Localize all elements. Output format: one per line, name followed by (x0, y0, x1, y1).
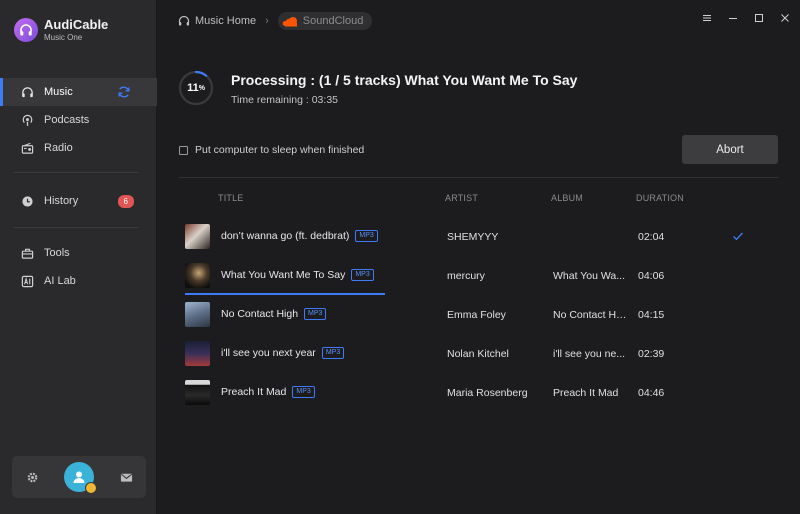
breadcrumb-source: SoundCloud (302, 15, 364, 27)
chevron-right-icon: › (265, 15, 269, 27)
radio-icon (20, 141, 34, 155)
top-bar: Music Home › SoundCloud (158, 0, 800, 40)
sidebar-item-label: Music (44, 86, 73, 98)
app-logo-icon (14, 18, 38, 42)
track-album: i'll see you ne... (553, 348, 626, 360)
soundcloud-icon (282, 16, 297, 26)
track-title: No Contact High (221, 308, 299, 320)
format-tag: MP3 (292, 386, 315, 398)
nav-tools: Tools AI Lab (0, 239, 157, 295)
sidebar-divider (14, 227, 138, 228)
column-header-album[interactable]: ALBUM (551, 193, 583, 203)
avatar[interactable] (64, 462, 97, 494)
track-cover (185, 224, 210, 249)
breadcrumb-home[interactable]: Music Home (195, 15, 256, 27)
maximize-icon[interactable] (754, 12, 764, 24)
sync-icon[interactable] (117, 85, 131, 99)
sleep-when-finished-checkbox[interactable]: Put computer to sleep when finished (179, 144, 364, 156)
format-tag: MP3 (321, 347, 345, 359)
sidebar-item-history[interactable]: History 6 (0, 187, 157, 215)
close-icon[interactable] (780, 12, 790, 24)
track-title: i'll see you next year (221, 347, 316, 359)
format-tag: MP3 (351, 269, 374, 281)
minimize-icon[interactable] (728, 12, 738, 24)
track-artist: mercury (447, 270, 485, 282)
track-title: don’t wanna go (ft. dedbrat) (221, 230, 350, 242)
clock-icon (20, 194, 34, 208)
sidebar-item-ai-lab[interactable]: AI Lab (0, 267, 157, 295)
app-subtitle: Music One (44, 33, 83, 42)
column-header-title[interactable]: TITLE (218, 193, 244, 203)
track-album: No Contact High (553, 309, 627, 321)
track-cover (185, 341, 210, 366)
check-icon (733, 232, 743, 241)
gear-icon[interactable] (24, 469, 40, 485)
processing-title: Processing : (1 / 5 tracks) What You Wan… (231, 72, 578, 88)
sidebar-item-label: Radio (44, 142, 73, 154)
breadcrumb: Music Home › SoundCloud (178, 12, 373, 30)
ai-icon (20, 274, 34, 288)
time-remaining: Time remaining : 03:35 (231, 94, 338, 106)
window-controls (702, 12, 790, 24)
track-cover (185, 263, 210, 288)
sidebar-footer (12, 456, 146, 498)
format-tag: MP3 (355, 230, 378, 242)
track-duration: 04:06 (638, 270, 665, 282)
track-artist: Nolan Kitchel (447, 348, 509, 360)
abort-button[interactable]: Abort (682, 135, 778, 164)
track-duration: 02:39 (638, 348, 665, 360)
toolbox-icon (20, 246, 34, 260)
table-row[interactable]: Preach It Mad MP3 Maria Rosenberg Preach … (179, 375, 778, 411)
track-cover (185, 380, 210, 405)
podcast-icon (20, 113, 34, 127)
table-row[interactable]: What You Want Me To Say MP3 mercury What … (179, 258, 778, 295)
nav-main: Music Podcasts Radio (0, 78, 157, 162)
track-album: What You Wa... (553, 270, 625, 282)
track-duration: 04:15 (638, 309, 665, 321)
track-artist: SHEMYYY (447, 231, 499, 243)
table-row[interactable]: No Contact High MP3 Emma Foley No Contact… (179, 297, 778, 333)
table-row[interactable]: don’t wanna go (ft. dedbrat) MP3 SHEMYYY … (179, 219, 778, 255)
divider (179, 177, 778, 178)
sidebar-item-label: Podcasts (44, 114, 90, 126)
headphones-icon (20, 85, 34, 99)
menu-icon[interactable] (702, 12, 712, 24)
app-name: AudiCable (44, 17, 109, 32)
premium-icon (85, 482, 97, 494)
history-count-badge: 6 (117, 195, 134, 208)
sidebar-item-label: AI Lab (44, 275, 76, 287)
sidebar-item-label: History (44, 195, 79, 207)
nav-history: History 6 (0, 187, 157, 215)
headphones-icon (178, 15, 190, 26)
track-artist: Maria Rosenberg (447, 387, 528, 399)
column-header-duration[interactable]: DURATION (636, 193, 684, 203)
sidebar-divider (14, 172, 138, 173)
sidebar-item-podcasts[interactable]: Podcasts (0, 106, 157, 134)
track-duration: 04:46 (638, 387, 665, 399)
sleep-option-label: Put computer to sleep when finished (195, 144, 365, 156)
progress-percent: 11% (187, 82, 205, 94)
sidebar-item-radio[interactable]: Radio (0, 134, 157, 162)
user-icon (73, 471, 85, 483)
track-cover (185, 302, 210, 327)
track-progress-bar (185, 293, 385, 295)
brand: AudiCable Music One (14, 17, 108, 43)
track-album: Preach It Mad (553, 387, 619, 399)
checkbox-box[interactable] (179, 145, 188, 155)
sidebar-item-music[interactable]: Music (0, 78, 157, 106)
mail-icon[interactable] (118, 469, 134, 485)
source-pill[interactable]: SoundCloud (277, 12, 373, 30)
track-title: Preach It Mad (221, 386, 287, 398)
table-row[interactable]: i'll see you next year MP3 Nolan Kitchel … (179, 336, 778, 372)
format-tag: MP3 (304, 308, 327, 320)
track-artist: Emma Foley (447, 309, 506, 321)
column-header-artist[interactable]: ARTIST (445, 193, 478, 203)
track-title: What You Want Me To Say (221, 269, 346, 281)
track-duration: 02:04 (638, 231, 665, 243)
sidebar-item-tools[interactable]: Tools (0, 239, 157, 267)
sidebar: AudiCable Music One Music Podcasts Radio (0, 0, 157, 514)
sidebar-item-label: Tools (44, 247, 70, 259)
